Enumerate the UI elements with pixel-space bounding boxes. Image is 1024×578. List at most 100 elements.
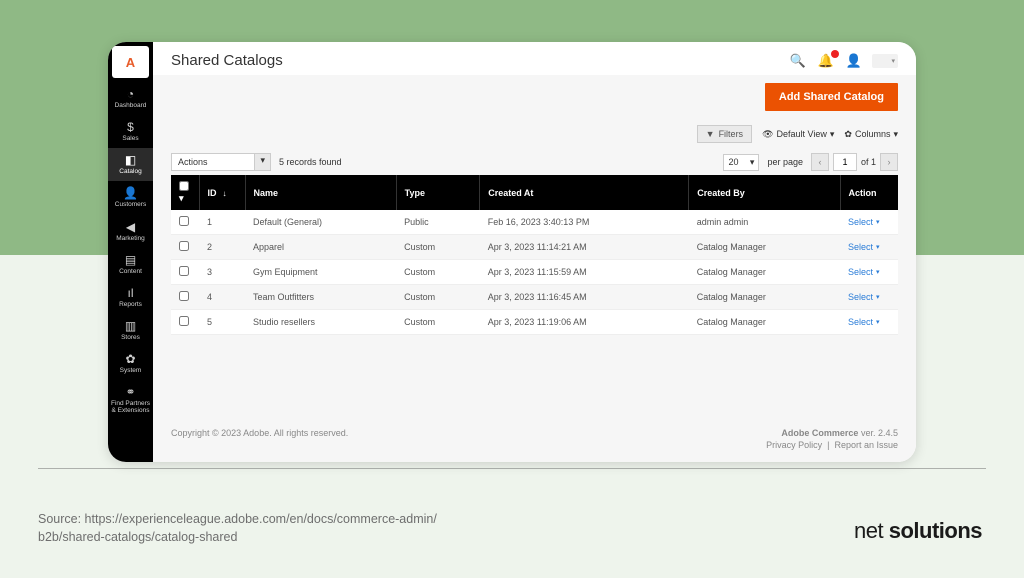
of-pages-label: of 1 (861, 157, 876, 167)
sidebar-item-label: Sales (122, 135, 138, 142)
sidebar-item-label: Marketing (116, 235, 145, 242)
col-created-at[interactable]: Created At (480, 175, 689, 210)
cell-created-at: Apr 3, 2023 11:19:06 AM (480, 310, 689, 335)
sidebar-icon: ◧ (125, 154, 136, 166)
sidebar-item-label: System (120, 367, 142, 374)
table-row: 2 Apparel Custom Apr 3, 2023 11:14:21 AM… (171, 235, 898, 260)
records-found-label: 5 records found (279, 157, 342, 167)
sidebar-item-label: Dashboard (115, 102, 147, 109)
adobe-logo[interactable]: A (112, 46, 149, 78)
bulk-actions-select[interactable]: Actions▾ (171, 153, 271, 171)
notifications-icon[interactable]: 🔔 (818, 53, 834, 69)
sidebar-item-label: Reports (119, 301, 142, 308)
cell-created-by: admin admin (689, 210, 840, 235)
add-shared-catalog-button[interactable]: Add Shared Catalog (765, 83, 898, 111)
col-created-by[interactable]: Created By (689, 175, 840, 210)
table-row: 3 Gym Equipment Custom Apr 3, 2023 11:15… (171, 260, 898, 285)
cell-name: Team Outfitters (245, 285, 396, 310)
row-action-select[interactable]: Select (848, 292, 880, 302)
sidebar-item-marketing[interactable]: ◀ Marketing (108, 215, 153, 248)
cell-id: 5 (199, 310, 245, 335)
funnel-icon: ▼ (706, 129, 715, 139)
per-page-select[interactable]: 20▾ (723, 154, 759, 171)
gear-icon: ✿ (844, 129, 852, 140)
eye-icon: 👁 (762, 129, 773, 140)
sidebar-item-stores[interactable]: ▥Stores (108, 314, 153, 347)
pager: ‹ of 1 › (811, 153, 898, 171)
per-page-label: per page (767, 157, 803, 167)
cell-id: 1 (199, 210, 245, 235)
col-checkbox[interactable]: ▾ (171, 175, 199, 210)
row-checkbox[interactable] (179, 241, 189, 251)
cell-type: Public (396, 210, 480, 235)
sidebar-icon: $ (127, 121, 134, 133)
app-window: A ◔ Dashboard $ Sales ◧ Catalog 👤 Customers ◀ Mar… (108, 42, 916, 462)
row-action-select[interactable]: Select (848, 242, 880, 252)
row-action-select[interactable]: Select (848, 217, 880, 227)
admin-footer: Copyright © 2023 Adobe. All rights reser… (171, 410, 898, 462)
sidebar-icon: ◔ (127, 88, 134, 100)
table-row: 5 Studio resellers Custom Apr 3, 2023 11… (171, 310, 898, 335)
catalog-grid: ▾ ID↓ Name Type Created At Created By Ac… (171, 175, 898, 335)
select-all-checkbox[interactable] (179, 181, 189, 191)
cell-created-by: Catalog Manager (689, 285, 840, 310)
source-caption: Source: https://experienceleague.adobe.c… (38, 511, 437, 546)
sidebar-item-customers[interactable]: 👤 Customers (108, 181, 153, 214)
sidebar-item-label: Find Partners & Extensions (110, 400, 151, 414)
sidebar-item-dashboard[interactable]: ◔ Dashboard (108, 82, 153, 115)
sidebar-icon: ✿ (125, 353, 135, 365)
report-issue-link[interactable]: Report an Issue (834, 440, 898, 450)
sidebar-item-system[interactable]: ✿ System (108, 347, 153, 380)
col-name[interactable]: Name (245, 175, 396, 210)
row-checkbox[interactable] (179, 216, 189, 226)
row-action-select[interactable]: Select (848, 317, 880, 327)
cell-type: Custom (396, 310, 480, 335)
col-type[interactable]: Type (396, 175, 480, 210)
topbar: Shared Catalogs 🔍 🔔 👤 (153, 42, 916, 75)
next-page-button[interactable]: › (880, 153, 898, 171)
row-checkbox[interactable] (179, 266, 189, 276)
row-action-select[interactable]: Select (848, 267, 880, 277)
sidebar-item-label: Content (119, 268, 142, 275)
col-id[interactable]: ID↓ (199, 175, 245, 210)
sidebar-icon: ıl (128, 287, 134, 299)
search-icon[interactable]: 🔍 (789, 53, 805, 69)
sidebar-item-label: Catalog (119, 168, 141, 175)
sidebar-item-content[interactable]: ▤ Content (108, 248, 153, 281)
cell-id: 4 (199, 285, 245, 310)
privacy-link[interactable]: Privacy Policy (766, 440, 822, 450)
admin-sidebar: A ◔ Dashboard $ Sales ◧ Catalog 👤 Customers ◀ Mar… (108, 42, 153, 462)
sidebar-item-find-partners-extensions[interactable]: ⚭ Find Partners & Extensions (108, 380, 153, 420)
cell-type: Custom (396, 235, 480, 260)
cell-name: Studio resellers (245, 310, 396, 335)
prev-page-button[interactable]: ‹ (811, 153, 829, 171)
sidebar-item-sales[interactable]: $ Sales (108, 115, 153, 148)
content-area: Add Shared Catalog ▼Filters 👁Default Vie… (153, 75, 916, 462)
main-panel: Shared Catalogs 🔍 🔔 👤 Add Shared Catalog… (153, 42, 916, 462)
sidebar-icon: ▤ (125, 254, 136, 266)
sidebar-item-reports[interactable]: ıl Reports (108, 281, 153, 314)
page-input[interactable] (833, 153, 857, 171)
sidebar-item-catalog[interactable]: ◧ Catalog (108, 148, 153, 181)
table-row: 4 Team Outfitters Custom Apr 3, 2023 11:… (171, 285, 898, 310)
columns-dropdown[interactable]: ✿Columns ▾ (844, 129, 898, 140)
sidebar-icon: 👤 (123, 187, 138, 199)
row-checkbox[interactable] (179, 316, 189, 326)
cell-type: Custom (396, 260, 480, 285)
sidebar-item-label: Customers (115, 201, 146, 208)
account-icon[interactable]: 👤 (846, 53, 862, 69)
sidebar-icon: ⚭ (125, 386, 135, 398)
cell-created-at: Apr 3, 2023 11:14:21 AM (480, 235, 689, 260)
col-action: Action (840, 175, 898, 210)
page-title: Shared Catalogs (171, 52, 283, 69)
sidebar-icon: ▥ (125, 320, 136, 332)
default-view-dropdown[interactable]: 👁Default View ▾ (762, 129, 834, 140)
netsolutions-logo: net solutions (854, 518, 982, 544)
filters-button[interactable]: ▼Filters (697, 125, 752, 143)
table-row: 1 Default (General) Public Feb 16, 2023 … (171, 210, 898, 235)
cell-created-at: Feb 16, 2023 3:40:13 PM (480, 210, 689, 235)
row-checkbox[interactable] (179, 291, 189, 301)
sidebar-icon: ◀ (126, 221, 135, 233)
account-dropdown[interactable] (872, 54, 898, 68)
cell-name: Apparel (245, 235, 396, 260)
